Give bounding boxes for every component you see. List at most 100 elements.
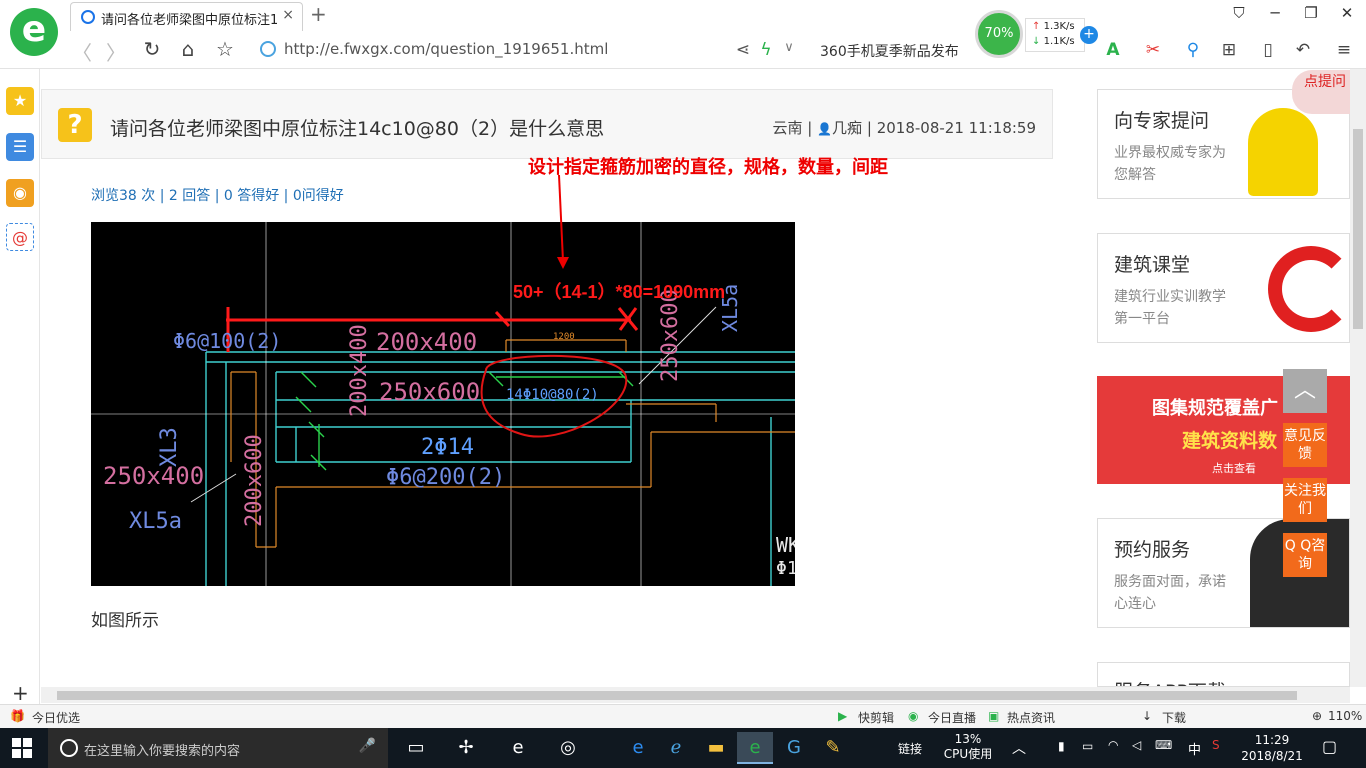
quick-clip-link[interactable]: 快剪辑 [858,709,894,726]
wifi-icon[interactable]: ◠ [1108,738,1118,752]
annotation-arrow [557,174,569,269]
favorites-icon[interactable]: ★ [6,87,34,115]
page-favicon-icon [81,10,95,24]
browser-logo-icon[interactable]: e [10,8,58,56]
toolbar-link-label[interactable]: 链接 [898,740,922,757]
tray-expand-icon[interactable]: ︿ [1012,738,1026,758]
edge-browser-icon[interactable]: e [620,732,656,764]
tab-close-icon[interactable]: × [282,7,294,23]
promo-link[interactable]: 360手机夏季新品发布 [820,41,959,61]
translate-icon[interactable]: A [1102,40,1124,60]
speed-gauge: 70% [975,10,1023,58]
minimize-button[interactable]: ─ [1260,4,1290,22]
phone-icon[interactable]: ▯ [1257,40,1279,60]
reading-list-icon[interactable]: ☰ [6,133,34,161]
volume-icon[interactable]: ◁ [1132,738,1141,752]
address-bar[interactable]: http://e.fwxgx.com/question_1919651.html [260,37,800,63]
cad-drawing-image[interactable]: Φ6@100(2) 200x400 250x600 14Φ10@80(2) 12… [91,222,795,586]
g-app-icon[interactable]: G [776,732,812,764]
cad-label-xl5a: XL5a [129,509,182,534]
tab-title: 请问各位老师梁图中原位标注14c [101,13,277,28]
banner-line3: 点击查看 [1212,462,1256,475]
screenshot-cut-icon[interactable]: ✂ [1142,40,1164,60]
qq-consult-button[interactable]: Q Q咨询 [1283,533,1327,577]
question-mark-icon: ? [58,108,92,142]
skin-icon[interactable]: ⛉ [1224,4,1254,22]
meta-separator: | [866,119,872,137]
ime-indicator[interactable]: 中 [1188,739,1201,758]
tab-active[interactable]: 请问各位老师梁图中原位标注14c × [70,2,303,31]
360-browser-taskbar-icon[interactable]: e [737,732,773,764]
edge-icon[interactable]: e [500,732,536,764]
battery-icon[interactable]: ▮ [1058,739,1065,753]
menu-icon[interactable]: ≡ [1333,40,1355,60]
fan-app-icon[interactable]: ✢ [448,732,484,764]
sidebar-add-button[interactable]: + [12,681,29,705]
cad-label-phi6-100: Φ6@100(2) [173,329,281,353]
follow-us-button[interactable]: 关注我们 [1283,478,1327,522]
browser-toolbar: 〈 〉 ↻ ⌂ ☆ http://e.fwxgx.com/question_19… [0,31,1366,69]
download-arrow-icon: ↓ [1032,36,1041,47]
live-link[interactable]: 今日直播 [928,709,976,726]
undo-icon[interactable]: ↶ [1292,40,1314,60]
notification-icon[interactable]: ▢ [1322,737,1337,756]
close-window-button[interactable]: ✕ [1332,4,1362,22]
share-icon[interactable]: ⋖ [732,40,754,60]
chevron-down-icon[interactable]: ∨ [778,40,800,55]
site-info-icon[interactable] [260,41,276,57]
annotation-note: 设计指定箍筋加密的直径，规格，数量，间距 [528,157,888,178]
bookmark-star-icon[interactable]: ☆ [213,37,237,61]
today-picks-link[interactable]: 今日优选 [32,709,80,726]
clock[interactable]: 11:29 2018/8/21 [1240,732,1304,764]
home-icon[interactable]: ⌂ [176,37,200,61]
swirl-app-icon[interactable]: ◎ [550,732,586,764]
microphone-icon[interactable]: 🎤 [359,738,376,754]
windows-start-icon[interactable] [12,738,32,758]
ie-icon[interactable]: ℯ [658,732,694,764]
network-speed-widget[interactable]: 70% ↑ 1.3K/s ↓ 1.1K/s + [975,10,1100,60]
maximize-button[interactable]: ❐ [1296,4,1326,22]
vertical-scroll-thumb[interactable] [1353,129,1363,329]
ad-app-download[interactable]: 服务APP下载 [1097,662,1350,687]
keyboard-icon[interactable]: ⌨ [1155,738,1172,752]
vertical-scrollbar[interactable] [1350,69,1366,687]
horizontal-scrollbar[interactable] [41,687,1350,703]
ad-ask-expert-sub: 业界最权威专家为您解答 [1114,145,1226,183]
weibo-icon[interactable]: ◉ [6,179,34,207]
cpu-usage[interactable]: 13% CPU使用 [940,732,996,762]
sogou-icon[interactable]: S [1212,738,1220,752]
hot-news-link[interactable]: 热点资讯 [1007,709,1055,726]
new-tab-button[interactable]: + [310,2,327,26]
ask-badge[interactable]: 点提问 [1292,70,1350,114]
apps-icon[interactable]: ⊞ [1218,40,1240,60]
user-icon: 👤 [817,122,833,136]
speed-plus-icon[interactable]: + [1080,26,1098,44]
ad-course[interactable]: 建筑课堂 建筑行业实训教学第一平台 [1097,233,1350,343]
status-bar: 🎁 今日优选 ▶ 快剪辑 ◉ 今日直播 ▣ 热点资讯 ↓ 下载 ⊕ 110% [0,704,1366,728]
mail-icon[interactable]: @ [6,223,34,251]
cad-label-200x600: 200x600 [242,434,267,527]
accelerate-icon[interactable]: ϟ [755,40,777,60]
horizontal-scroll-thumb[interactable] [57,691,1297,700]
question-meta: 云南 | 👤几痴 | 2018-08-21 11:18:59 [772,117,1036,138]
power-icon[interactable]: ▭ [1082,739,1093,753]
search-icon[interactable]: ⚲ [1182,40,1204,60]
task-view-icon[interactable]: ▭ [398,732,434,764]
feedback-button[interactable]: 意见反馈 [1283,423,1327,467]
cad-label-2phi14: 2Φ14 [421,435,474,460]
download-link[interactable]: 下载 [1162,709,1186,726]
taskbar-search-input[interactable]: 在这里输入你要搜索的内容 🎤 [48,728,388,768]
back-to-top-button[interactable]: ︿ [1283,369,1327,413]
forward-icon[interactable]: 〉 [104,37,128,66]
meta-separator: | [807,119,813,137]
reload-icon[interactable]: ↻ [140,37,164,61]
author-link[interactable]: 几痴 [832,119,862,137]
question-stats[interactable]: 浏览38 次 | 2 回答 | 0 答得好 | 0问得好 [91,185,344,205]
back-icon[interactable]: 〈 [70,37,94,66]
file-explorer-icon[interactable]: ▬ [698,732,734,764]
notes-app-icon[interactable]: ✎ [815,732,851,764]
zoom-level[interactable]: 110% [1328,709,1362,723]
ad-service-title: 预约服务 [1114,539,1191,561]
page-title: 请问各位老师梁图中原位标注14c10@80（2）是什么意思 [110,118,605,140]
cad-label-200x400-vertical: 200x400 [347,324,372,417]
